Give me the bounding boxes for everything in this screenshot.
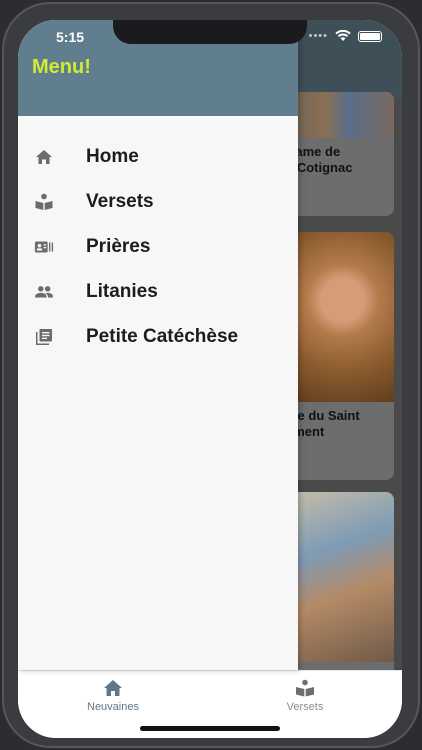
status-time: 5:15	[56, 29, 85, 45]
menu-item-label: Litanies	[86, 280, 158, 302]
drawer-title: Menu!	[32, 56, 91, 78]
people-icon	[34, 285, 54, 297]
drawer-menu: Home Versets Prières Litanies Petite Cat…	[18, 116, 298, 359]
home-indicator	[140, 726, 280, 731]
signal-dots: ••••	[308, 30, 328, 42]
tab-versets[interactable]: Versets	[260, 679, 350, 713]
menu-item-label: Versets	[86, 190, 154, 212]
menu-item-label: Prières	[86, 235, 151, 257]
menu-item-versets[interactable]: Versets	[18, 179, 298, 224]
home-icon	[36, 149, 52, 164]
menu-item-label: Home	[86, 145, 139, 167]
menu-item-litanies[interactable]: Litanies	[18, 269, 298, 314]
menu-item-home[interactable]: Home	[18, 134, 298, 179]
app-screen: •••• Dame de e Cotignac me du Saint emen…	[18, 20, 402, 738]
battery-icon	[358, 30, 382, 42]
tab-neuvaines[interactable]: Neuvaines	[68, 679, 158, 713]
open-book-icon	[296, 679, 314, 697]
wifi-icon	[335, 30, 351, 41]
tab-label: Versets	[286, 701, 324, 713]
navigation-drawer: 5:15 Menu! Home Versets Prières Litanies…	[18, 20, 298, 670]
device-notch	[113, 20, 307, 44]
home-icon	[104, 680, 122, 696]
open-book-icon	[35, 193, 53, 210]
library-books-icon	[36, 328, 52, 345]
id-card-icon	[34, 241, 54, 252]
menu-item-petite-catechese[interactable]: Petite Catéchèse	[18, 314, 298, 359]
status-indicators: ••••	[309, 30, 382, 42]
menu-item-label: Petite Catéchèse	[86, 325, 239, 347]
tab-label: Neuvaines	[87, 701, 139, 713]
menu-item-prieres[interactable]: Prières	[18, 224, 298, 269]
